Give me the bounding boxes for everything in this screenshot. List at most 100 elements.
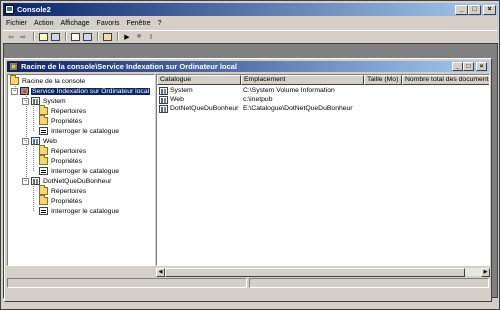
back-arrow-icon[interactable]: ⇦ <box>6 32 16 41</box>
tree-item-proprietes[interactable]: Propriétés <box>39 155 83 166</box>
scroll-left-icon[interactable]: ◀ <box>156 268 165 277</box>
tree-pane-bottom <box>7 267 155 276</box>
export-list-icon[interactable] <box>82 32 92 41</box>
tree-item-label: Propriétés <box>51 117 82 125</box>
catalog-icon <box>159 95 168 104</box>
tree-connector <box>15 84 16 91</box>
child-titlebar[interactable]: Racine de la console\Service Indexation … <box>7 61 489 72</box>
list-cell-taille <box>364 95 402 104</box>
column-header-emplacement[interactable]: Emplacement <box>241 75 364 85</box>
menu-fenetre[interactable]: Fenêtre <box>127 20 151 27</box>
list-row[interactable]: DotNetQueDuBonheur E:\Catalogue\DotNetQu… <box>157 104 489 113</box>
tree-item-proprietes[interactable]: Propriétés <box>39 195 83 206</box>
list-cell-total <box>402 86 489 95</box>
tree-root-label: Racine de la console <box>22 77 86 85</box>
tree-connector <box>33 182 34 211</box>
tree-catalog-label: Web <box>43 137 57 145</box>
list-header: Catalogue Emplacement Taille (Mo) Nombre… <box>157 75 489 85</box>
minimize-button[interactable]: _ <box>455 5 468 15</box>
child-close-button[interactable]: × <box>476 62 487 71</box>
list-cell-taille <box>364 104 402 113</box>
toolbar-separator <box>117 32 119 41</box>
toolbar-separator <box>33 32 35 41</box>
tree-item-proprietes[interactable]: Propriétés <box>39 115 83 126</box>
close-button[interactable]: × <box>483 5 496 15</box>
play-icon[interactable]: ▶ <box>122 32 132 41</box>
scroll-thumb[interactable] <box>165 268 465 277</box>
list-cell-emplacement: C:\System Volume Information <box>243 87 335 94</box>
toolbar: ⇦ ⇨ ▶ ■ Ⅱ <box>3 30 497 42</box>
tree-catalog-label: System <box>43 97 66 105</box>
tree-item-label: Interroger le catalogue <box>51 127 120 135</box>
scroll-right-icon[interactable]: ▶ <box>481 268 490 277</box>
list-cell-total <box>402 104 489 113</box>
help-icon[interactable] <box>102 32 112 41</box>
tree-item-label: Répertoires <box>51 187 87 195</box>
menu-fichier[interactable]: Fichier <box>6 20 27 27</box>
query-icon <box>39 127 48 135</box>
tree-item-label: Interroger le catalogue <box>51 167 120 175</box>
results-list[interactable]: Catalogue Emplacement Taille (Mo) Nombre… <box>156 74 490 266</box>
query-icon <box>39 207 48 215</box>
list-cell-total <box>402 95 489 104</box>
status-panel <box>7 278 247 288</box>
tree-service-label: Service Indexation sur Ordinateur local <box>31 87 151 95</box>
folder-icon <box>39 145 48 155</box>
tree-item-label: Répertoires <box>51 147 87 155</box>
column-header-catalogue[interactable]: Catalogue <box>157 75 241 85</box>
folder-icon <box>39 155 48 165</box>
menu-favoris[interactable]: Favoris <box>97 20 120 27</box>
tree-item-label: Interroger le catalogue <box>51 207 120 215</box>
list-horizontal-scrollbar[interactable]: ◀ ▶ <box>156 267 490 277</box>
status-bar <box>7 278 489 300</box>
folder-icon <box>39 115 48 125</box>
list-row[interactable]: System C:\System Volume Information <box>157 86 489 95</box>
list-cell-catalogue: Web <box>170 96 184 103</box>
toolbar-separator <box>97 32 99 41</box>
tree-item-query[interactable]: Interroger le catalogue <box>39 126 120 136</box>
list-cell-emplacement: E:\Catalogue\DotNetQueDuBonheur <box>243 105 353 112</box>
tree-item-repertoires[interactable]: Répertoires <box>39 105 87 116</box>
column-header-taille[interactable]: Taille (Mo) <box>364 75 402 85</box>
list-cell-taille <box>364 86 402 95</box>
tree-root[interactable]: Racine de la console <box>10 75 86 86</box>
menu-action[interactable]: Action <box>34 20 53 27</box>
menu-affichage[interactable]: Affichage <box>60 20 89 27</box>
catalog-icon <box>159 86 168 95</box>
toolbar-separator <box>65 32 67 41</box>
child-maximize-button[interactable]: □ <box>463 62 474 71</box>
app-titlebar[interactable]: Console2 _ □ × <box>3 3 498 16</box>
mmc-app-icon[interactable] <box>5 5 14 14</box>
tree-catalog-label: DotNetQueDuBonheur <box>43 177 112 185</box>
stop-icon[interactable]: ■ <box>134 32 144 41</box>
tree-item-repertoires[interactable]: Répertoires <box>39 145 87 156</box>
child-minimize-button[interactable]: _ <box>452 62 463 71</box>
list-cell-emplacement: c:\inetpub <box>243 96 273 103</box>
pause-icon[interactable]: Ⅱ <box>146 32 156 41</box>
indexing-service-icon[interactable] <box>9 62 18 71</box>
tree-pane[interactable]: Racine de la console − Service Indexatio… <box>7 74 155 266</box>
list-row[interactable]: Web c:\inetpub <box>157 95 489 104</box>
tree-connector <box>26 91 27 181</box>
tree-item-query[interactable]: Interroger le catalogue <box>39 166 120 176</box>
tree-service[interactable]: − Service Indexation sur Ordinateur loca… <box>11 86 151 96</box>
catalog-icon <box>159 104 168 113</box>
show-tree-icon[interactable] <box>50 32 60 41</box>
forward-arrow-icon[interactable]: ⇨ <box>18 32 28 41</box>
menu-help[interactable]: ? <box>158 20 162 27</box>
status-panel <box>249 278 489 288</box>
tree-item-query[interactable]: Interroger le catalogue <box>39 206 120 216</box>
column-header-total-documents[interactable]: Nombre total des documents <box>402 75 489 85</box>
maximize-button[interactable]: □ <box>468 5 481 15</box>
indexing-service-icon <box>20 87 29 95</box>
query-icon <box>39 167 48 175</box>
tree-item-repertoires[interactable]: Répertoires <box>39 185 87 196</box>
list-cell-catalogue: System <box>170 87 193 94</box>
up-folder-icon[interactable] <box>38 32 48 41</box>
tree-item-label: Propriétés <box>51 197 82 205</box>
tree-item-label: Répertoires <box>51 107 87 115</box>
properties-icon[interactable] <box>70 32 80 41</box>
tree-catalog-dotnet[interactable]: − DotNetQueDuBonheur <box>22 176 112 186</box>
menu-bar: Fichier Action Affichage Favoris Fenêtre… <box>3 17 497 29</box>
folder-icon <box>39 185 48 195</box>
